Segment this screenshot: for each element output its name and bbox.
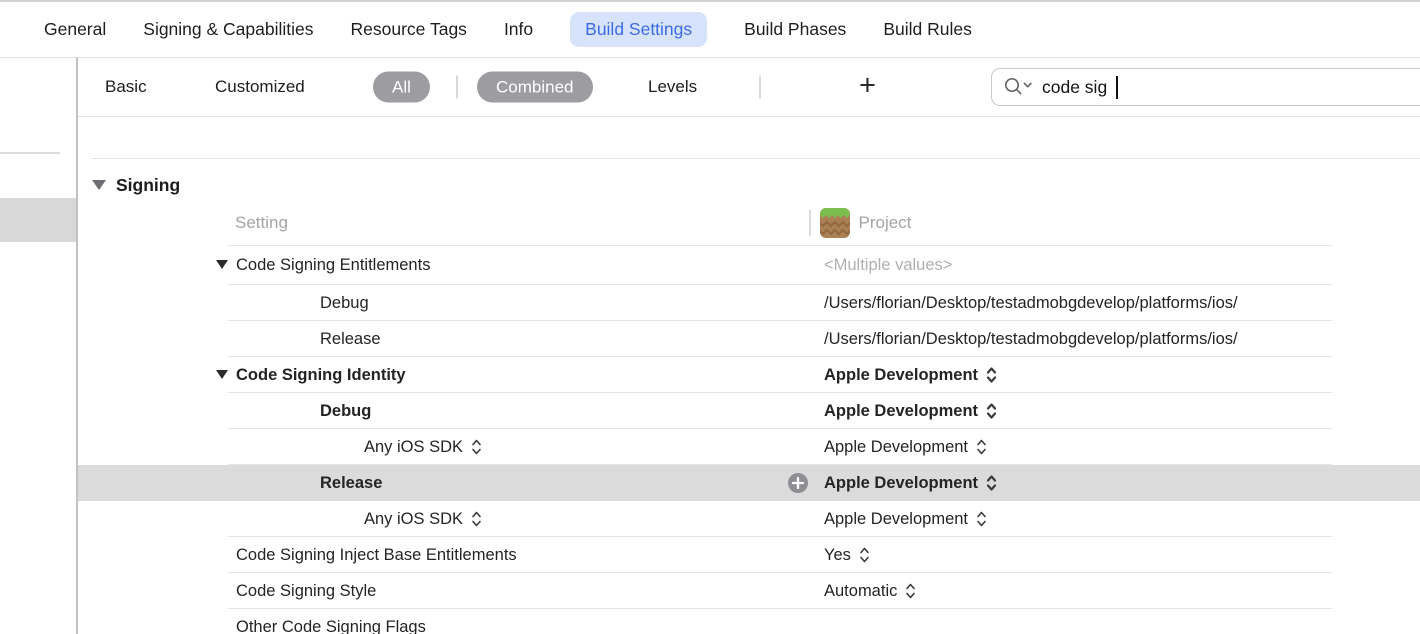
column-divider (809, 210, 811, 236)
main-area: + code sig Basic Customized All Combined Lev… (0, 58, 1420, 634)
tab-general[interactable]: General (44, 19, 106, 40)
disclosure-triangle-icon[interactable] (216, 260, 228, 269)
column-header-project-label: Project (859, 213, 912, 233)
navigator-strip (0, 58, 78, 634)
column-header-project: Project (809, 208, 911, 238)
setting-label: Debug (320, 294, 369, 313)
setting-label: Release (320, 330, 381, 349)
setting-value[interactable]: Apple Development (824, 510, 968, 529)
tab-info[interactable]: Info (504, 19, 533, 40)
up-down-chevrons-icon[interactable] (976, 510, 987, 528)
setting-value[interactable]: /Users/florian/Desktop/testadmobgdevelop… (824, 294, 1238, 313)
search-icon[interactable] (1002, 76, 1034, 98)
tab-signing-capabilities[interactable]: Signing & Capabilities (143, 19, 313, 40)
table-row[interactable]: Debug /Users/florian/Desktop/testadmobgd… (78, 285, 1420, 321)
up-down-chevrons-icon[interactable] (986, 474, 997, 492)
up-down-chevrons-icon[interactable] (976, 438, 987, 456)
setting-label: Code Signing Identity (236, 366, 406, 385)
table-row[interactable]: Code Signing Entitlements <Multiple valu… (78, 245, 1420, 285)
setting-label: Code Signing Style (236, 582, 376, 601)
setting-label: Any iOS SDK (364, 510, 463, 529)
filter-all[interactable]: All (373, 72, 430, 103)
settings-rows: Code Signing Entitlements <Multiple valu… (78, 245, 1420, 634)
tab-bar: General Signing & Capabilities Resource Ta… (0, 0, 1420, 58)
setting-value[interactable]: Apple Development (824, 366, 978, 385)
sidebar-divider (0, 152, 60, 154)
text-caret (1116, 76, 1118, 99)
table-row[interactable]: Code Signing Inject Base Entitlements Ye… (78, 537, 1420, 573)
project-app-icon (820, 208, 850, 238)
table-row[interactable]: Debug Apple Development (78, 393, 1420, 429)
disclosure-triangle-icon[interactable] (92, 180, 106, 190)
filter-combined[interactable]: Combined (477, 72, 593, 103)
search-field[interactable]: code sig (991, 68, 1420, 106)
filter-basic[interactable]: Basic (105, 77, 147, 97)
filter-customized[interactable]: Customized (215, 77, 305, 97)
up-down-chevrons-icon[interactable] (986, 402, 997, 420)
tab-build-phases[interactable]: Build Phases (744, 19, 846, 40)
build-settings-table: Signing Setting Project (78, 117, 1420, 634)
tab-build-rules[interactable]: Build Rules (883, 19, 972, 40)
plus-circle-icon[interactable] (788, 473, 808, 493)
table-row[interactable]: Code Signing Identity Apple Development (78, 357, 1420, 393)
up-down-chevrons-icon[interactable] (471, 510, 482, 528)
table-row[interactable]: Any iOS SDK Apple Development (78, 501, 1420, 537)
section-header-signing[interactable]: Signing (92, 171, 180, 199)
build-settings-toolbar: + code sig Basic Customized All Combined Lev… (78, 58, 1420, 117)
setting-label: Other Code Signing Flags (236, 618, 426, 634)
sidebar-selected-item[interactable] (0, 198, 76, 242)
table-row[interactable]: Other Code Signing Flags (78, 609, 1420, 634)
tab-resource-tags[interactable]: Resource Tags (351, 19, 467, 40)
setting-value[interactable]: Automatic (824, 582, 897, 601)
setting-label: Code Signing Entitlements (236, 256, 430, 275)
column-header-setting: Setting (235, 208, 288, 238)
search-input[interactable]: code sig (1042, 77, 1107, 98)
table-row[interactable]: Release /Users/florian/Desktop/testadmob… (78, 321, 1420, 357)
setting-label: Any iOS SDK (364, 438, 463, 457)
up-down-chevrons-icon[interactable] (471, 438, 482, 456)
table-row[interactable]: Any iOS SDK Apple Development (78, 429, 1420, 465)
setting-label: Code Signing Inject Base Entitlements (236, 546, 517, 565)
setting-value[interactable]: Apple Development (824, 402, 978, 421)
setting-label: Release (320, 474, 382, 493)
section-title: Signing (116, 175, 180, 196)
setting-value[interactable]: <Multiple values> (824, 256, 952, 275)
toolbar-separator (759, 76, 761, 99)
tab-build-settings[interactable]: Build Settings (570, 12, 707, 47)
up-down-chevrons-icon[interactable] (986, 366, 997, 384)
setting-value[interactable]: Apple Development (824, 438, 968, 457)
editor-pane: + code sig Basic Customized All Combined Lev… (78, 58, 1420, 634)
setting-value[interactable]: Apple Development (824, 474, 978, 493)
add-build-setting-button[interactable]: + (859, 71, 876, 100)
setting-label: Debug (320, 402, 371, 421)
toolbar-separator (456, 76, 458, 99)
section-divider (91, 158, 1420, 159)
up-down-chevrons-icon[interactable] (905, 582, 916, 600)
setting-value[interactable]: Yes (824, 546, 851, 565)
disclosure-triangle-icon[interactable] (216, 370, 228, 379)
table-row[interactable]: Release Apple Development (78, 465, 1420, 501)
table-row[interactable]: Code Signing Style Automatic (78, 573, 1420, 609)
setting-value[interactable]: /Users/florian/Desktop/testadmobgdevelop… (824, 330, 1238, 349)
filter-levels[interactable]: Levels (648, 77, 697, 97)
up-down-chevrons-icon[interactable] (859, 546, 870, 564)
